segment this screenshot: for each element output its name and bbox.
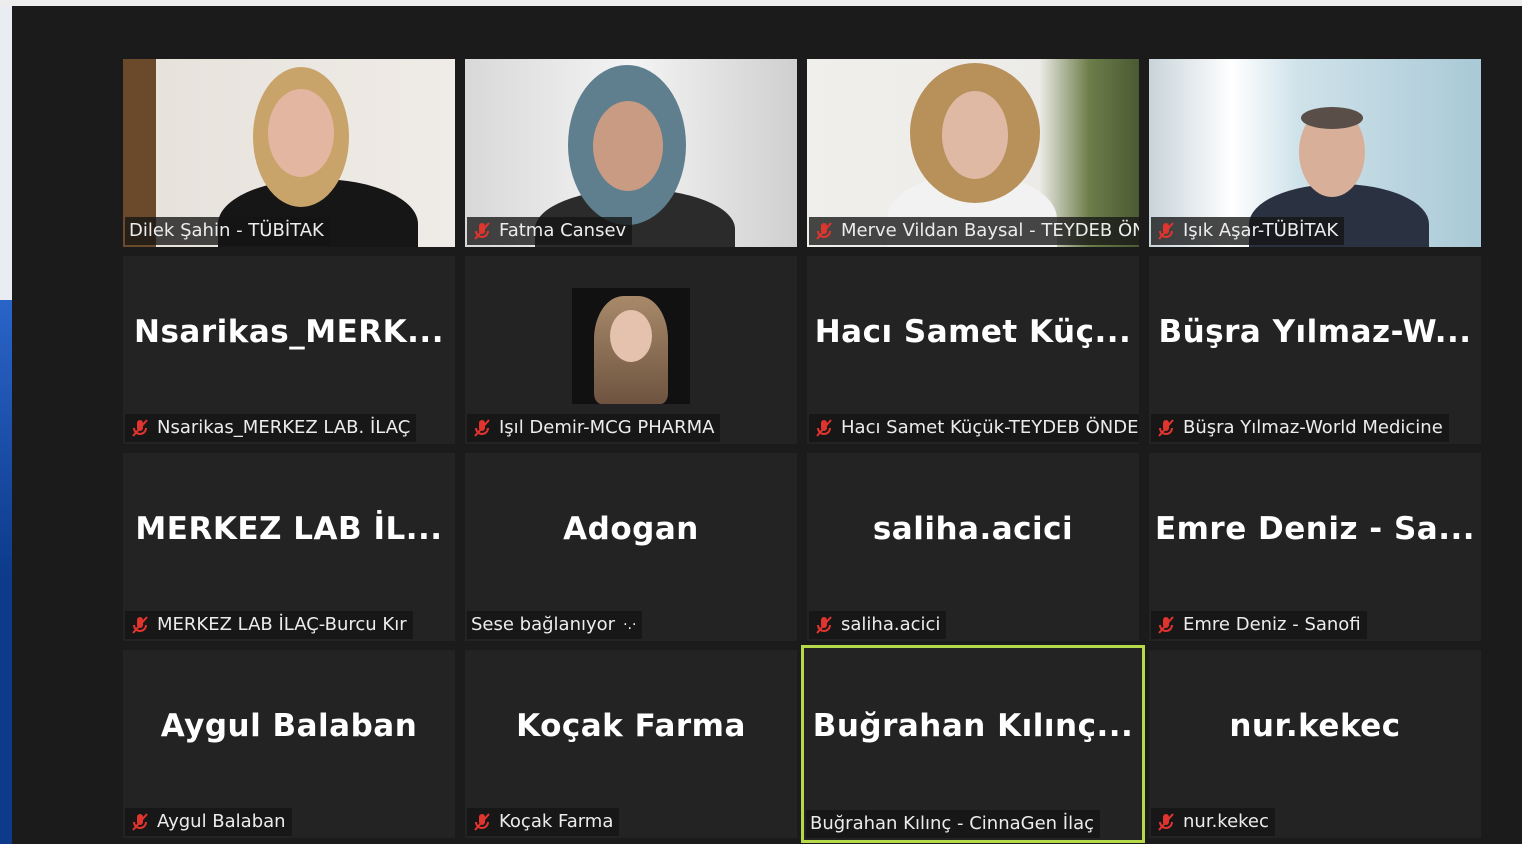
participant-name-label: Merve Vildan Baysal - TEYDEB ÖN... — [809, 217, 1139, 245]
muted-microphone-icon — [1158, 813, 1174, 831]
participant-tile-saliha-acici[interactable]: saliha.acici saliha.acici — [807, 453, 1139, 641]
participant-name-label: Dilek Şahin - TÜBİTAK — [125, 217, 330, 245]
participant-name-label: Büşra Yılmaz-World Medicine — [1151, 414, 1449, 442]
participant-tile-nsarikas[interactable]: Nsarikas_MERK... Nsarikas_MERKEZ LAB. İL… — [123, 256, 455, 444]
participant-tile-kocak-farma[interactable]: Koçak Farma Koçak Farma — [465, 650, 797, 838]
video-tile-isik-asar[interactable]: Işık Aşar-TÜBİTAK — [1149, 59, 1481, 247]
muted-microphone-icon — [816, 419, 832, 437]
participant-tile-isil-demir[interactable]: Işıl Demir-MCG PHARMA — [465, 256, 797, 444]
active-speaker-tile-bugrahan-kilinc[interactable]: Buğrahan Kılınç... Buğrahan Kılınç - Cin… — [801, 645, 1145, 843]
participant-display-name: Emre Deniz - Sa... — [1154, 511, 1476, 547]
participant-name-label: nur.kekec — [1151, 808, 1275, 836]
desktop-background — [0, 0, 12, 844]
video-tile-fatma-cansev[interactable]: Fatma Cansev — [465, 59, 797, 247]
muted-microphone-icon — [132, 419, 148, 437]
participant-display-name: nur.kekec — [1229, 708, 1401, 744]
muted-microphone-icon — [1158, 222, 1174, 240]
participant-name-label: Işık Aşar-TÜBİTAK — [1151, 217, 1345, 245]
participant-tile-aygul-balaban[interactable]: Aygul Balaban Aygul Balaban — [123, 650, 455, 838]
muted-microphone-icon — [1158, 419, 1174, 437]
muted-microphone-icon — [474, 813, 490, 831]
participant-display-name: Adogan — [563, 511, 699, 547]
participant-display-name: saliha.acici — [872, 511, 1074, 547]
muted-microphone-icon — [474, 222, 490, 240]
participant-name-label: Koçak Farma — [467, 808, 620, 836]
participant-tile-emre-deniz[interactable]: Emre Deniz - Sa... Emre Deniz - Sanofi — [1149, 453, 1481, 641]
participant-display-name: Büşra Yılmaz-W... — [1158, 314, 1472, 350]
participant-display-name: Aygul Balaban — [160, 708, 418, 744]
muted-microphone-icon — [1158, 616, 1174, 634]
muted-microphone-icon — [132, 813, 148, 831]
connecting-indicator: ·.· — [623, 617, 637, 633]
participant-name-label: Fatma Cansev — [467, 217, 633, 245]
participant-name-label: saliha.acici — [809, 611, 947, 639]
participant-tile-nur-kekec[interactable]: nur.kekec nur.kekec — [1149, 650, 1481, 838]
profile-picture — [572, 288, 690, 404]
participant-name-label: Sese bağlanıyor ·.· — [467, 611, 643, 639]
video-tile-dilek-sahin[interactable]: Dilek Şahin - TÜBİTAK — [123, 59, 455, 247]
muted-microphone-icon — [816, 222, 832, 240]
muted-microphone-icon — [132, 616, 148, 634]
participant-display-name: Koçak Farma — [516, 708, 746, 744]
participant-tile-adogan[interactable]: Adogan Sese bağlanıyor ·.· — [465, 453, 797, 641]
participant-name-label: Hacı Samet Küçük-TEYDEB ÖNDEG — [809, 414, 1139, 442]
participant-tile-merkez-lab[interactable]: MERKEZ LAB İL... MERKEZ LAB İLAÇ-Burcu K… — [123, 453, 455, 641]
participant-name-label: Nsarikas_MERKEZ LAB. İLAÇ — [125, 414, 417, 442]
video-tile-merve-vildan-baysal[interactable]: Merve Vildan Baysal - TEYDEB ÖN... — [807, 59, 1139, 247]
participant-name-label: Işıl Demir-MCG PHARMA — [467, 414, 721, 442]
participant-display-name: Hacı Samet Küç... — [814, 314, 1132, 350]
participant-display-name: Nsarikas_MERK... — [134, 314, 444, 350]
participant-tile-haci-samet[interactable]: Hacı Samet Küç... Hacı Samet Küçük-TEYDE… — [807, 256, 1139, 444]
participant-tile-busra-yilmaz[interactable]: Büşra Yılmaz-W... Büşra Yılmaz-World Med… — [1149, 256, 1481, 444]
muted-microphone-icon — [474, 419, 490, 437]
participant-display-name: MERKEZ LAB İL... — [135, 511, 443, 547]
participant-display-name: Buğrahan Kılınç... — [812, 708, 1134, 744]
muted-microphone-icon — [816, 616, 832, 634]
participant-name-label: MERKEZ LAB İLAÇ-Burcu Kır — [125, 611, 413, 639]
meeting-gallery-view: Dilek Şahin - TÜBİTAK Fatma Cansev Merve… — [12, 6, 1522, 844]
participant-name-label: Emre Deniz - Sanofi — [1151, 611, 1367, 639]
participant-name-label: Buğrahan Kılınç - CinnaGen İlaç — [806, 810, 1101, 838]
participant-name-label: Aygul Balaban — [125, 808, 292, 836]
